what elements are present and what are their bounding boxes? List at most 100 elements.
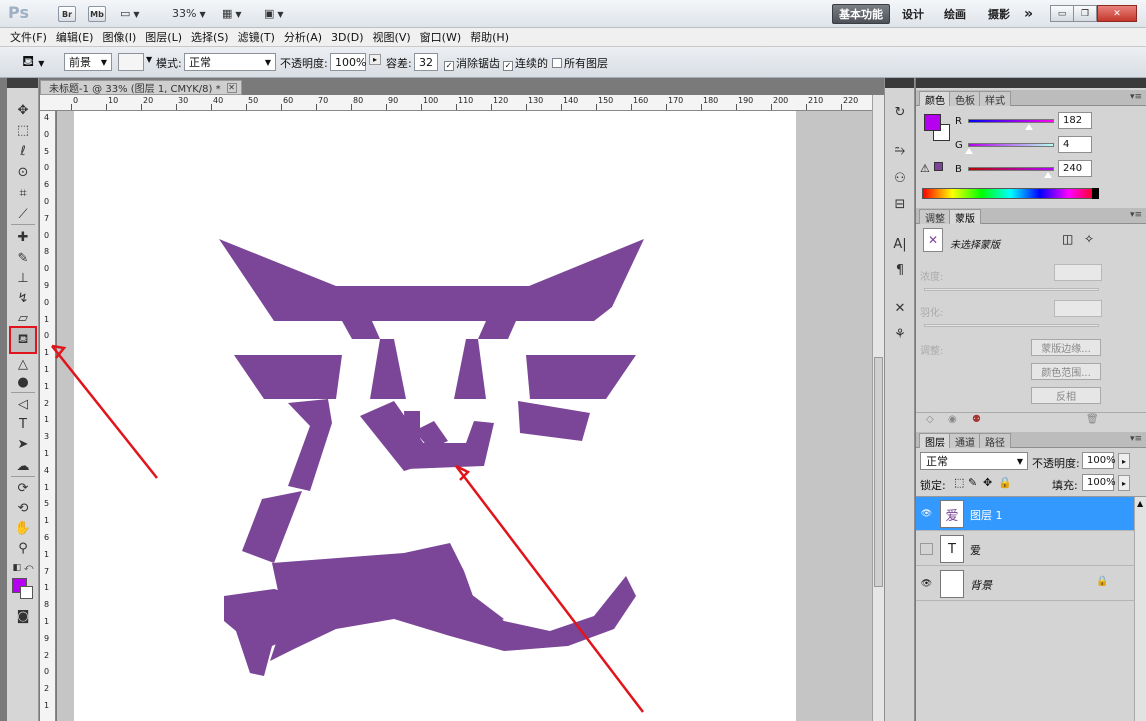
mask-edge-button[interactable]: 蒙版边缘... <box>1031 339 1101 356</box>
blue-value-input[interactable]: 240 <box>1058 160 1092 177</box>
layer-row-background[interactable]: 👁 背景 🔒 <box>916 567 1146 601</box>
opacity-input[interactable]: 100% <box>330 53 366 71</box>
zoom-dropdown[interactable]: 33% ▼ <box>172 7 206 20</box>
menu-image[interactable]: 图像(I) <box>102 29 136 45</box>
horizontal-ruler[interactable]: 0 10 20 30 40 50 60 70 80 90 100 110 120 130 140 150 160… <box>40 95 872 111</box>
layer-opacity-input[interactable]: 100% <box>1082 452 1116 469</box>
color-foreground-swatch[interactable] <box>924 114 941 131</box>
hand-tool-icon[interactable]: ✋ <box>11 518 35 538</box>
menu-window[interactable]: 窗口(W) <box>420 29 461 45</box>
pattern-swatch[interactable] <box>118 53 144 71</box>
lock-all-icon[interactable]: 🔒 <box>998 476 1012 489</box>
actions-panel-icon[interactable]: ⚘ <box>890 324 910 344</box>
vertical-scrollbar[interactable] <box>872 95 884 721</box>
zoom-tool-icon[interactable]: ⚲ <box>11 538 35 558</box>
green-slider[interactable] <box>968 143 1054 147</box>
red-value-input[interactable]: 182 <box>1058 112 1092 129</box>
canvas[interactable] <box>74 111 796 721</box>
screen-mode-icon[interactable]: ▣ ▼ <box>264 7 284 20</box>
quick-mask-icon[interactable]: ◙ <box>11 606 35 626</box>
spectrum-black-swatch[interactable] <box>1092 188 1099 199</box>
workspace-essentials[interactable]: 基本功能 <box>832 4 890 24</box>
close-tab-icon[interactable]: ✕ <box>226 82 237 93</box>
gamut-color-swatch[interactable] <box>934 162 943 171</box>
eye-off-icon[interactable] <box>920 543 933 555</box>
red-slider[interactable] <box>968 119 1054 123</box>
delete-mask-icon[interactable]: 🗑 <box>1086 414 1099 425</box>
fill-source-select[interactable]: 前景 ▼ <box>64 53 112 71</box>
dock-header[interactable] <box>885 78 914 88</box>
shape-tool-icon[interactable]: ☁ <box>11 456 35 476</box>
menu-edit[interactable]: 编辑(E) <box>56 29 94 45</box>
fill-slider-icon[interactable]: ▸ <box>1118 475 1130 491</box>
workspace-photography[interactable]: 摄影 <box>982 4 1016 24</box>
tolerance-input[interactable]: 32 <box>414 53 438 71</box>
eye-icon[interactable]: 👁 <box>920 578 933 590</box>
menu-layer[interactable]: 图层(L) <box>145 29 182 45</box>
blend-mode-select[interactable]: 正常 ▼ <box>184 53 276 71</box>
scrollbar-thumb[interactable] <box>874 357 883 587</box>
minimize-icon[interactable]: ▭ <box>1050 5 1074 22</box>
scroll-up-icon[interactable]: ▲ <box>1137 499 1143 508</box>
tab-color[interactable]: 颜色 <box>919 91 951 107</box>
marquee-tool-icon[interactable]: ⬚ <box>11 120 35 140</box>
character-panel-icon[interactable]: A| <box>890 234 910 254</box>
pen-tool-icon[interactable]: ◁ <box>11 394 35 414</box>
all-layers-checkbox[interactable]: 所有图层 <box>552 55 608 71</box>
history-brush-tool-icon[interactable]: ↯ <box>11 288 35 308</box>
quick-select-tool-icon[interactable]: ⊙ <box>11 162 35 182</box>
panel-menu-icon[interactable]: ▾≡ <box>1130 210 1142 220</box>
tab-layers[interactable]: 图层 <box>919 433 951 449</box>
green-value-input[interactable]: 4 <box>1058 136 1092 153</box>
menu-view[interactable]: 视图(V) <box>373 29 411 45</box>
tab-swatches[interactable]: 色板 <box>949 91 981 107</box>
blue-slider[interactable] <box>968 167 1054 171</box>
mini-bridge-button[interactable]: Mb <box>88 6 106 22</box>
layer-blend-mode-select[interactable]: 正常 ▼ <box>920 452 1028 470</box>
blue-slider-pointer[interactable] <box>1044 172 1052 178</box>
menu-3d[interactable]: 3D(D) <box>331 31 364 44</box>
dodge-tool-icon[interactable]: ● <box>11 372 35 392</box>
clone-source-panel-icon[interactable]: ⚇ <box>890 168 910 188</box>
brush-tool-icon[interactable]: ✎ <box>11 248 35 268</box>
layers-scrollbar[interactable]: ▲ <box>1134 497 1146 721</box>
lasso-tool-icon[interactable]: ℓ <box>11 141 35 161</box>
menu-select[interactable]: 选择(S) <box>191 29 229 45</box>
clone-stamp-tool-icon[interactable]: ⊥ <box>11 268 35 288</box>
document-tab[interactable]: 未标题-1 @ 33% (图层 1, CMYK/8) * ✕ <box>40 80 242 95</box>
healing-brush-tool-icon[interactable]: ✚ <box>11 227 35 247</box>
restore-icon[interactable]: ❐ <box>1073 5 1097 22</box>
3d-orbit-tool-icon[interactable]: ⟲ <box>11 498 35 518</box>
canvas-area[interactable] <box>57 111 872 721</box>
eyedropper-tool-icon[interactable]: ⟋ <box>11 204 35 224</box>
pixel-mask-icon[interactable]: ◫ <box>1062 232 1073 246</box>
brushes-panel-icon[interactable]: ⥲ <box>890 140 910 160</box>
antialias-checkbox[interactable]: ✓ 消除锯齿 <box>444 55 500 71</box>
background-color-swatch[interactable] <box>20 586 33 599</box>
layer-opacity-slider-icon[interactable]: ▸ <box>1118 453 1130 469</box>
tab-styles[interactable]: 样式 <box>979 91 1011 107</box>
tab-masks[interactable]: 蒙版 <box>949 209 981 225</box>
history-panel-icon[interactable]: ↻ <box>890 102 910 122</box>
3d-panel-icon[interactable]: ⊟ <box>890 194 910 214</box>
lock-transparency-icon[interactable]: ⬚ <box>954 476 964 489</box>
layer-row-text[interactable]: T 爱 <box>916 532 1146 566</box>
menu-filter[interactable]: 滤镜(T) <box>238 29 275 45</box>
bridge-button[interactable]: Br <box>58 6 76 22</box>
type-tool-icon[interactable]: T <box>11 414 35 434</box>
path-select-tool-icon[interactable]: ➤ <box>11 434 35 454</box>
more-workspaces-icon[interactable]: » <box>1018 4 1039 24</box>
menu-help[interactable]: 帮助(H) <box>470 29 509 45</box>
red-slider-pointer[interactable] <box>1025 124 1033 130</box>
paint-bucket-tool-icon[interactable]: ⛾ <box>9 326 37 354</box>
menu-analysis[interactable]: 分析(A) <box>284 29 322 45</box>
pattern-dropdown-icon[interactable]: ▼ <box>146 55 152 64</box>
color-spectrum-bar[interactable] <box>922 188 1099 199</box>
toolbox-header[interactable] <box>7 78 38 88</box>
tab-paths[interactable]: 路径 <box>979 433 1011 449</box>
vertical-ruler[interactable]: 4 0 5 0 6 0 7 0 8 0 9 0 1 0 1 1 1 2 1 3 1 4 1 5 1 6 1 7 1 8 1 9 2 0 2 1 <box>40 111 56 721</box>
green-slider-pointer[interactable] <box>965 148 973 154</box>
panel-menu-icon[interactable]: ▾≡ <box>1130 434 1142 444</box>
gamut-warning-icon[interactable]: ⚠ <box>920 162 930 175</box>
color-range-button[interactable]: 颜色范围... <box>1031 363 1101 380</box>
